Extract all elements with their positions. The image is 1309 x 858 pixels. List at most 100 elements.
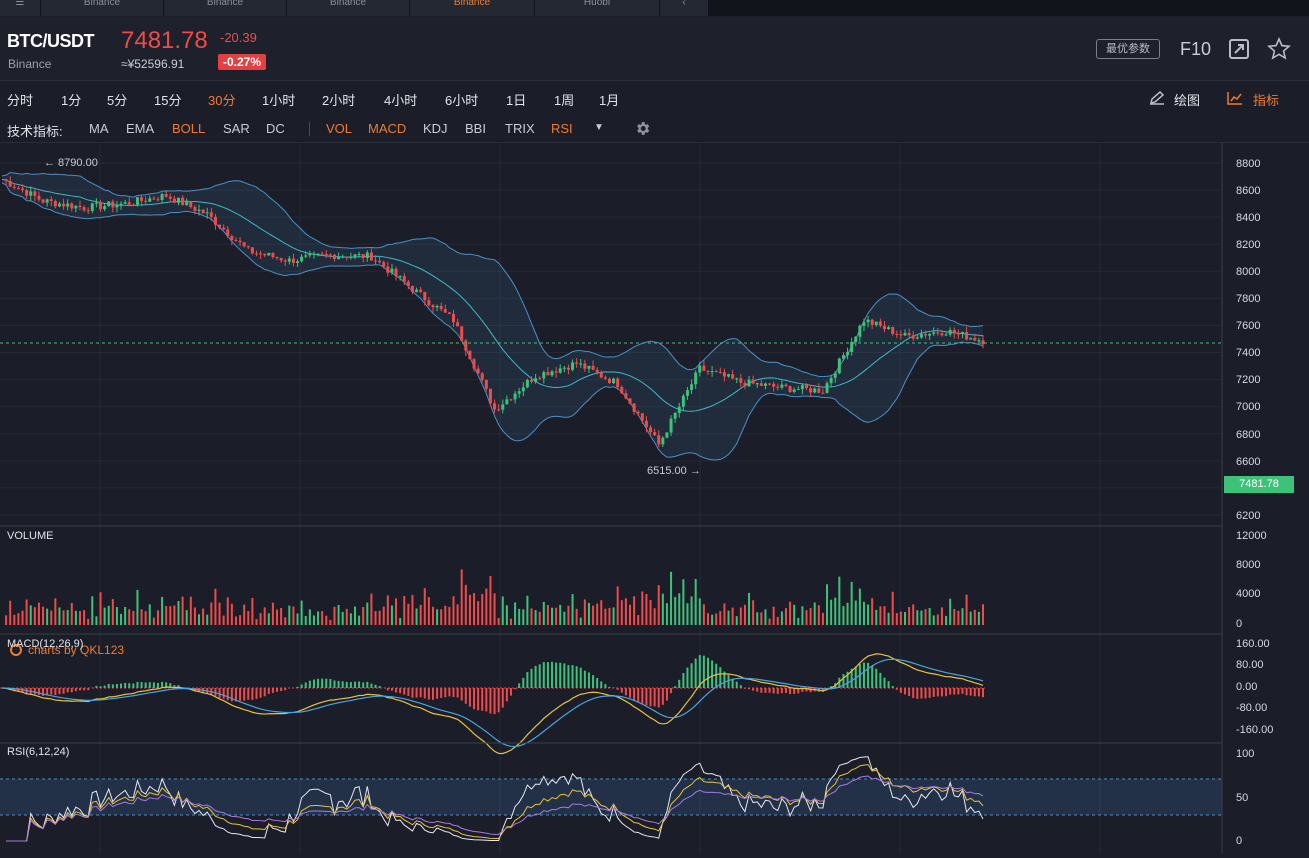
- macd-histogram-bar: [703, 656, 705, 688]
- candle-body: [440, 306, 443, 309]
- indicator-boll[interactable]: BOLL: [172, 121, 205, 136]
- candle-body: [657, 435, 660, 444]
- macd-histogram-bar: [740, 685, 742, 688]
- dropdown-caret-icon[interactable]: ▼: [594, 122, 604, 133]
- macd-label: MACD(12,26,9): [7, 638, 83, 650]
- volume-bar: [498, 618, 500, 625]
- timeframe-tick[interactable]: 分时: [7, 90, 33, 109]
- candle-body: [526, 380, 529, 387]
- exchange-tab-active[interactable]: Binance: [410, 0, 535, 16]
- candle-body: [522, 387, 525, 391]
- exchange-tab[interactable]: Binance: [287, 0, 410, 16]
- candle-body: [25, 190, 28, 196]
- candle-body: [953, 330, 956, 333]
- candle-body: [378, 261, 381, 262]
- draw-button[interactable]: 绘图: [1174, 90, 1200, 109]
- price-change: -20.39: [220, 30, 257, 45]
- menu-icon: ☰: [16, 0, 25, 8]
- volume-bar: [440, 609, 442, 625]
- volume-bar: [871, 598, 873, 625]
- more-tabs-button[interactable]: ‹: [660, 0, 709, 16]
- volume-bar: [444, 606, 446, 625]
- volume-bar: [933, 615, 935, 625]
- volume-bar: [46, 609, 48, 625]
- indicator-dc[interactable]: DC: [266, 121, 285, 136]
- volume-bar: [576, 609, 578, 625]
- candle-body: [317, 254, 320, 255]
- macd-histogram-bar: [941, 688, 943, 696]
- candle-body: [834, 373, 837, 378]
- candle-body: [267, 253, 270, 255]
- timeframe-30m[interactable]: 30分: [208, 90, 235, 109]
- macd-histogram-bar: [255, 688, 257, 699]
- volume-bar: [514, 602, 516, 625]
- chart-canvas[interactable]: [0, 143, 1309, 853]
- volume-bar: [91, 596, 93, 625]
- volume-bar: [535, 610, 537, 625]
- indicator-sar[interactable]: SAR: [223, 121, 250, 136]
- indicator-rsi[interactable]: RSI: [551, 121, 573, 136]
- volume-bar: [34, 607, 36, 625]
- indicator-vol[interactable]: VOL: [326, 121, 352, 136]
- timeframe-2h[interactable]: 2小时: [322, 90, 355, 109]
- candle-body: [50, 199, 53, 201]
- chart-area[interactable]: ← 8790.00 6515.00 → charts by QKL123 880…: [0, 143, 1309, 853]
- volume-bar: [22, 611, 24, 625]
- f10-button[interactable]: F10: [1180, 39, 1211, 60]
- candle-body: [177, 198, 180, 203]
- exchange-tab[interactable]: ☰: [0, 0, 41, 16]
- candle-body: [140, 197, 143, 201]
- candle-body: [904, 333, 907, 335]
- volume-bar: [920, 611, 922, 625]
- indicators-button[interactable]: 指标: [1253, 90, 1279, 109]
- timeframe-1w[interactable]: 1周: [554, 90, 574, 109]
- settings-gear-icon[interactable]: [634, 120, 651, 142]
- timeframe-5m[interactable]: 5分: [107, 90, 127, 109]
- fullscreen-icon[interactable]: [1228, 38, 1250, 65]
- exchange-name: Binance: [8, 57, 51, 71]
- volume-bar: [617, 586, 619, 625]
- candle-body: [793, 390, 796, 392]
- macd-histogram-bar: [465, 688, 467, 704]
- indicator-macd[interactable]: MACD: [368, 121, 406, 136]
- macd-histogram-bar: [436, 688, 438, 699]
- indicator-bbi[interactable]: BBI: [465, 121, 486, 136]
- candle-body: [686, 390, 689, 396]
- timeframe-1m[interactable]: 1分: [61, 90, 81, 109]
- macd-histogram-bar: [982, 688, 984, 697]
- timeframe-6h[interactable]: 6小时: [445, 90, 478, 109]
- indicator-ema[interactable]: EMA: [126, 121, 154, 136]
- indicator-trix[interactable]: TRIX: [505, 121, 535, 136]
- optimal-params-button[interactable]: 最优参数: [1096, 39, 1160, 59]
- favorite-star-icon[interactable]: [1267, 37, 1291, 66]
- macd-histogram-bar: [457, 688, 459, 698]
- volume-bar: [5, 615, 7, 625]
- macd-histogram-bar: [75, 688, 77, 691]
- indicator-kdj[interactable]: KDJ: [423, 121, 448, 136]
- macd-histogram-bar: [892, 686, 894, 688]
- volume-bar: [370, 594, 372, 625]
- exchange-tab[interactable]: Huobi: [535, 0, 660, 16]
- candle-body: [33, 191, 36, 196]
- macd-histogram-bar: [691, 663, 693, 688]
- macd-histogram-bar: [387, 688, 389, 690]
- volume-bar: [715, 614, 717, 625]
- exchange-tab[interactable]: Binance: [164, 0, 287, 16]
- volume-bar: [892, 592, 894, 625]
- macd-histogram-bar: [789, 688, 791, 694]
- volume-bar: [13, 615, 15, 625]
- timeframe-15m[interactable]: 15分: [154, 90, 181, 109]
- volume-bar: [30, 605, 32, 625]
- macd-histogram-bar: [912, 688, 914, 698]
- timeframe-1h[interactable]: 1小时: [262, 90, 295, 109]
- volume-bar: [678, 593, 680, 625]
- timeframe-1d[interactable]: 1日: [506, 90, 526, 109]
- indicator-ma[interactable]: MA: [89, 121, 109, 136]
- timeframe-1mo[interactable]: 1月: [599, 90, 619, 109]
- macd-histogram-bar: [625, 688, 627, 695]
- timeframe-4h[interactable]: 4小时: [384, 90, 417, 109]
- candle-body: [936, 332, 939, 333]
- macd-histogram-bar: [695, 659, 697, 688]
- exchange-tab[interactable]: Binance: [41, 0, 164, 16]
- macd-histogram-bar: [71, 688, 73, 692]
